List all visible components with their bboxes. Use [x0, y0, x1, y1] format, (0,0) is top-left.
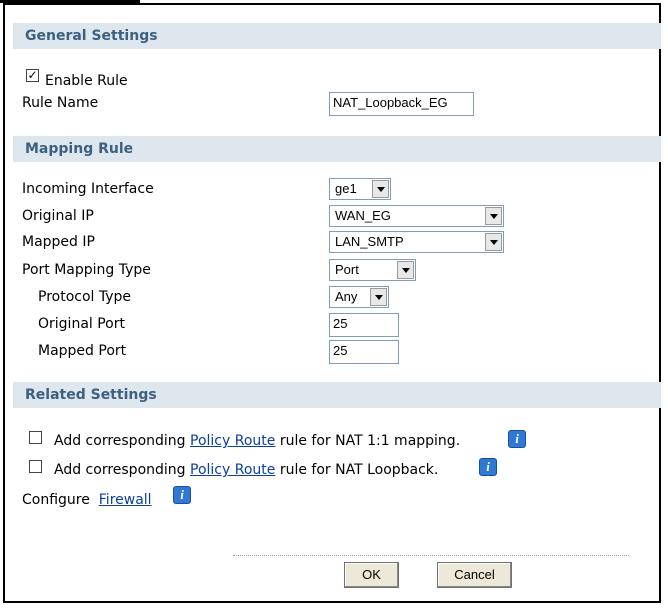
nat-loopback-policy-route-checkbox[interactable] [29, 460, 42, 473]
button-divider [233, 555, 629, 556]
original-ip-value: WAN_EG [335, 208, 391, 223]
mapped-ip-label: Mapped IP [22, 234, 95, 250]
protocol-type-select[interactable]: Any [329, 286, 389, 308]
configure-firewall-text: Configure Firewall [22, 492, 152, 508]
chevron-down-icon[interactable] [370, 288, 387, 306]
related-settings-title: Related Settings [25, 387, 157, 403]
row2-suffix: rule for NAT Loopback. [275, 462, 439, 478]
incoming-interface-label: Incoming Interface [22, 181, 154, 197]
mapped-port-label: Mapped Port [38, 343, 127, 359]
nat-1-1-policy-route-text: Add corresponding Policy Route rule for … [54, 433, 460, 449]
row2-prefix: Add corresponding [54, 462, 190, 478]
mapping-rule-header: Mapping Rule [13, 136, 661, 162]
original-ip-label: Original IP [22, 208, 94, 224]
chevron-down-icon[interactable] [372, 180, 389, 198]
original-ip-select[interactable]: WAN_EG [329, 205, 504, 227]
nat-1-1-policy-route-checkbox[interactable] [29, 431, 42, 444]
enable-rule-checkbox[interactable]: ✓ [26, 69, 39, 82]
general-settings-header: General Settings [13, 23, 661, 49]
mapped-port-input[interactable]: 25 [329, 340, 399, 364]
port-mapping-type-value: Port [335, 262, 359, 277]
nat-loopback-policy-route-text: Add corresponding Policy Route rule for … [54, 462, 438, 478]
incoming-interface-value: ge1 [335, 181, 357, 196]
port-mapping-type-select[interactable]: Port [329, 259, 416, 281]
edit-nat-dialog: General Settings ✓ Enable Rule Rule Name… [3, 3, 661, 603]
mapped-ip-value: LAN_SMTP [335, 234, 404, 249]
related-settings-header: Related Settings [13, 382, 661, 408]
rule-name-label: Rule Name [22, 95, 99, 111]
enable-rule-label: Enable Rule [45, 73, 128, 89]
info-icon[interactable]: i [173, 486, 191, 504]
original-port-input[interactable]: 25 [329, 313, 399, 337]
port-mapping-type-label: Port Mapping Type [22, 262, 151, 278]
configure-label: Configure [22, 492, 90, 508]
mapped-ip-select[interactable]: LAN_SMTP [329, 231, 504, 253]
chevron-down-icon[interactable] [485, 233, 502, 251]
ok-button[interactable]: OK [344, 562, 399, 588]
info-icon[interactable]: i [508, 430, 526, 448]
protocol-type-value: Any [335, 289, 358, 304]
firewall-link[interactable]: Firewall [99, 492, 152, 508]
info-icon[interactable]: i [479, 458, 497, 476]
rule-name-input[interactable]: NAT_Loopback_EG [329, 92, 474, 116]
chevron-down-icon[interactable] [397, 261, 414, 279]
general-settings-title: General Settings [25, 28, 158, 44]
original-port-label: Original Port [38, 316, 125, 332]
policy-route-link-1[interactable]: Policy Route [190, 433, 275, 449]
chevron-down-icon[interactable] [485, 207, 502, 225]
policy-route-link-2[interactable]: Policy Route [190, 462, 275, 478]
row1-prefix: Add corresponding [54, 433, 190, 449]
protocol-type-label: Protocol Type [38, 289, 132, 305]
cancel-button[interactable]: Cancel [437, 562, 512, 588]
incoming-interface-select[interactable]: ge1 [329, 178, 391, 200]
mapping-rule-title: Mapping Rule [25, 141, 134, 157]
row1-suffix: rule for NAT 1:1 mapping. [275, 433, 461, 449]
